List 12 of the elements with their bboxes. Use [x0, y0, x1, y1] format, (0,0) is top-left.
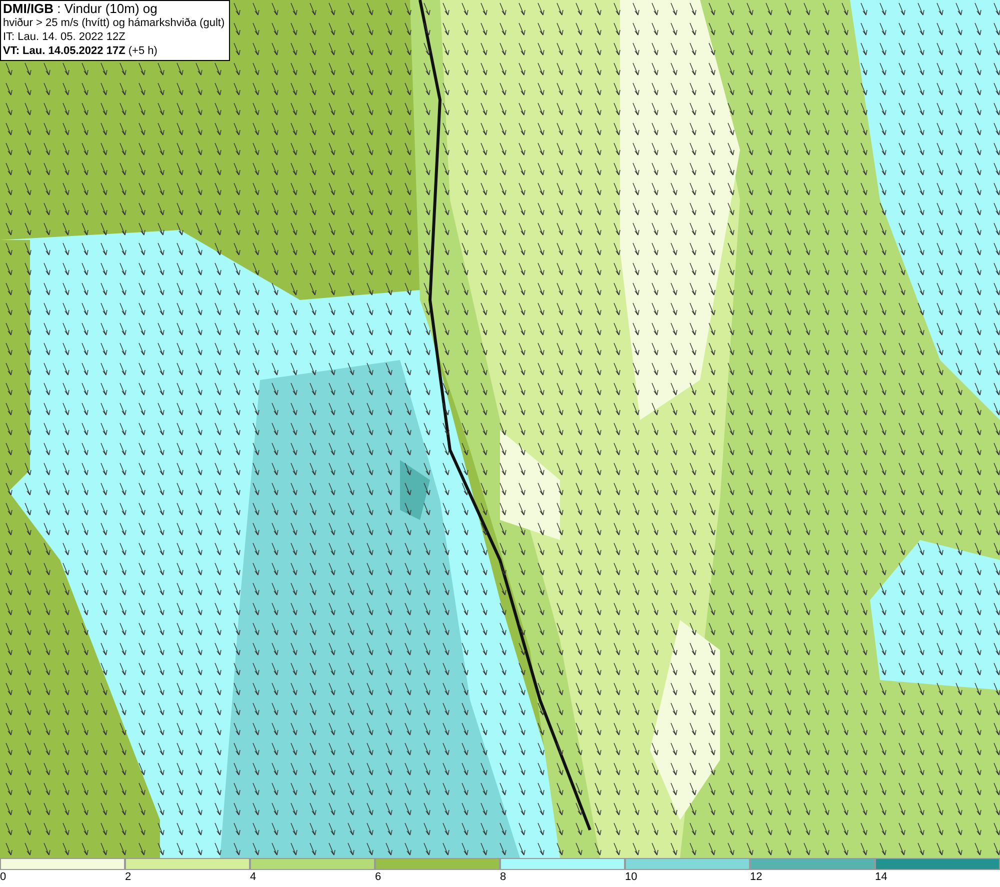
legend-text: VT: Lau. 14.05.2022 17Z (+5 h)	[3, 44, 158, 58]
scale-label: 10	[625, 870, 638, 884]
scale-label: 12	[750, 870, 762, 884]
legend-text: hviður > 25 m/s (hvítt) og hámarkshviða (gult)	[3, 16, 225, 30]
scale-label: 6	[375, 870, 382, 884]
legend-text: IT: Lau. 14. 05. 2022 12Z	[3, 30, 126, 44]
scale-label: 0	[0, 870, 6, 884]
scale-label: 2	[125, 870, 132, 884]
legend-text: DMI/IGB : Vindur (10m) og	[3, 2, 158, 16]
scale-label: 8	[500, 870, 506, 884]
scale-label: 14	[875, 870, 888, 884]
scale-label: 4	[250, 870, 256, 884]
